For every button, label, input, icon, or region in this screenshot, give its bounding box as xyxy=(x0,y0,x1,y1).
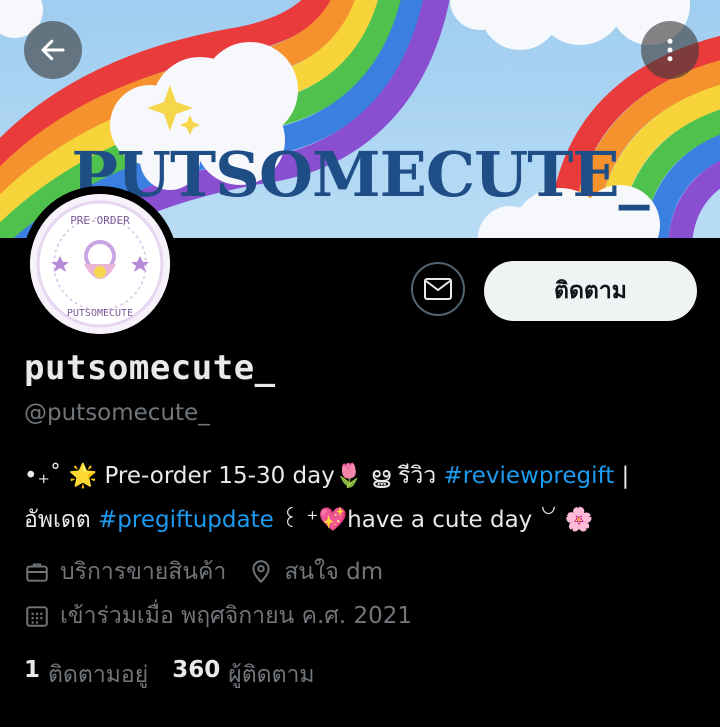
location-pin-icon xyxy=(248,559,274,585)
avatar-text-top: PRE-ORDER xyxy=(70,214,130,227)
followers-label: ผู้ติดตาม xyxy=(228,662,315,688)
hashtag-link[interactable]: #pregiftupdate xyxy=(98,507,274,533)
more-vertical-icon xyxy=(667,38,673,62)
followers-link[interactable]: 360 ผู้ติดตาม xyxy=(172,657,314,693)
following-label: ติดตามอยู่ xyxy=(48,662,149,688)
profile-meta-row: บริการขายสินค้า สนใจ dm xyxy=(24,554,383,590)
profile-joined-row: เข้าร่วมเมื่อ พฤศจิกายน ค.ศ. 2021 xyxy=(24,598,412,634)
arrow-left-icon xyxy=(41,39,65,61)
avatar[interactable]: PRE-ORDER PUTSOMECUTE xyxy=(22,186,178,342)
following-link[interactable]: 1 ติดตามอยู่ xyxy=(24,657,148,693)
bio-text: •₊˚ 🌟 Pre-order 15-30 day🌷 ൠ รีวิว xyxy=(24,463,444,489)
handle: @putsomecute_ xyxy=(24,400,210,426)
profile-joined-date: เข้าร่วมเมื่อ พฤศจิกายน ค.ศ. 2021 xyxy=(60,603,413,629)
calendar-icon xyxy=(24,603,50,629)
message-button[interactable] xyxy=(411,262,465,316)
back-button[interactable] xyxy=(24,21,82,79)
hashtag-link[interactable]: #reviewpregift xyxy=(444,463,615,489)
envelope-icon xyxy=(424,278,452,300)
briefcase-icon xyxy=(24,559,50,585)
bio: •₊˚ 🌟 Pre-order 15-30 day🌷 ൠ รีวิว #revi… xyxy=(24,454,694,542)
avatar-text-bottom: PUTSOMECUTE xyxy=(67,308,133,319)
followers-count: 360 xyxy=(172,657,221,683)
avatar-logo: PRE-ORDER PUTSOMECUTE xyxy=(30,194,170,334)
more-options-button[interactable] xyxy=(641,21,699,79)
following-count: 1 xyxy=(24,657,41,683)
profile-location: สนใจ dm xyxy=(284,559,384,585)
follow-stats: 1 ติดตามอยู่ 360 ผู้ติดตาม xyxy=(24,657,339,693)
avatar-image: PRE-ORDER PUTSOMECUTE xyxy=(30,194,170,334)
follow-button[interactable]: ติดตาม xyxy=(484,261,697,321)
profile-category[interactable]: บริการขายสินค้า xyxy=(60,554,226,590)
display-name: putsomecute_ xyxy=(24,348,276,388)
bio-text: ꒰ ⁺💖have a cute day ꒡ 🌸 xyxy=(273,507,594,533)
